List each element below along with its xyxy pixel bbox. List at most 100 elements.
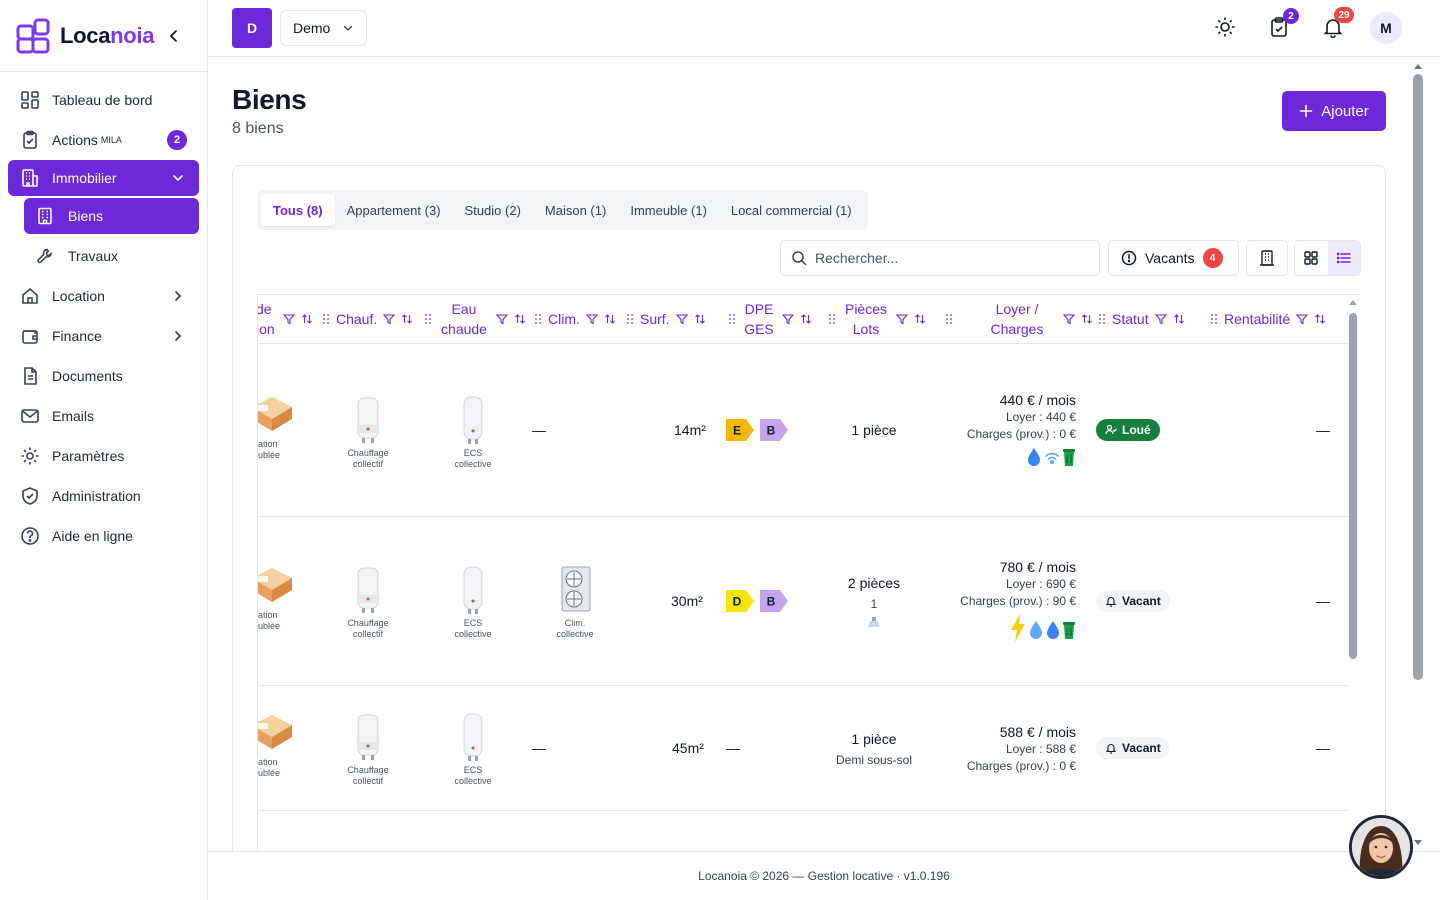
sidebar-item-dashboard[interactable]: Tableau de bord <box>0 80 207 120</box>
trash-bin-icon <box>1063 449 1075 466</box>
filter-icon[interactable] <box>585 313 598 325</box>
filter-icon[interactable] <box>1154 313 1167 325</box>
drag-handle-icon[interactable] <box>728 313 736 325</box>
tasks-badge: 2 <box>1283 8 1299 24</box>
vacants-filter-button[interactable]: Vacants 4 <box>1108 240 1239 276</box>
sidebar-item-location[interactable]: Location <box>0 276 207 316</box>
column-header-pieces-lots[interactable]: Pièces Lots <box>828 295 926 343</box>
sidebar-item-biens[interactable]: Biens <box>24 198 199 234</box>
column-header-dpe-ges[interactable]: DPE GES <box>728 295 812 343</box>
drag-handle-icon[interactable] <box>945 313 953 325</box>
properties-table: de ion Chauf. Eau chaude Clim. Surf. DPE GE… <box>257 294 1361 851</box>
org-avatar[interactable]: D <box>232 8 272 48</box>
search-input[interactable] <box>815 250 1095 266</box>
column-header-loyer[interactable]: Loyer / Charges <box>945 295 1093 343</box>
tab-maison[interactable]: Maison (1) <box>533 194 618 226</box>
user-avatar[interactable]: M <box>1370 12 1402 44</box>
dpe-label-icon: E <box>726 419 754 441</box>
drag-handle-icon[interactable] <box>626 313 634 325</box>
tab-local-commercial[interactable]: Local commercial (1) <box>719 194 864 226</box>
sort-icon[interactable] <box>301 313 313 325</box>
row-divider <box>258 516 1348 517</box>
status-badge: Vacant <box>1096 590 1170 612</box>
drag-handle-icon[interactable] <box>1098 313 1106 325</box>
add-button[interactable]: Ajouter <box>1282 91 1386 131</box>
dpe-label-icon: D <box>726 590 754 612</box>
assistant-avatar-button[interactable] <box>1349 815 1413 879</box>
sort-icon[interactable] <box>604 313 616 325</box>
sort-icon[interactable] <box>914 313 926 325</box>
table-row-type-image: ation ublée <box>258 393 294 465</box>
drag-handle-icon[interactable] <box>322 313 330 325</box>
column-label: Surf. <box>640 311 670 327</box>
sidebar: Locanoia Tableau de bord Actions MILA 2 I… <box>0 0 208 900</box>
chauffage-caption: Chauffage <box>347 765 389 775</box>
filter-icon[interactable] <box>383 313 396 325</box>
column-header-type[interactable]: de ion <box>258 295 313 343</box>
sort-icon[interactable] <box>800 313 812 325</box>
sidebar-item-administration[interactable]: Administration <box>0 476 207 516</box>
page-scrollbar[interactable] <box>1411 60 1425 850</box>
tab-tous[interactable]: Tous (8) <box>261 194 335 226</box>
sort-icon[interactable] <box>1173 313 1185 325</box>
filter-icon[interactable] <box>675 313 688 325</box>
column-header-rentabilite[interactable]: Rentabilité <box>1210 295 1326 343</box>
eau-chaude-caption: ECS <box>463 765 483 775</box>
filter-icon[interactable] <box>496 313 508 325</box>
sidebar-item-travaux[interactable]: Travaux <box>0 236 207 276</box>
vacants-label: Vacants <box>1145 250 1195 266</box>
chauffage-cell: Chauffage collectif <box>338 712 398 787</box>
tab-immeuble[interactable]: Immeuble (1) <box>618 194 719 226</box>
notifications-badge: 29 <box>1334 7 1354 23</box>
sidebar-item-documents[interactable]: Documents <box>0 356 207 396</box>
sort-icon[interactable] <box>694 313 706 325</box>
filter-icon[interactable] <box>782 313 794 325</box>
collapse-sidebar-icon[interactable] <box>167 29 181 43</box>
column-header-clim[interactable]: Clim. <box>534 295 616 343</box>
column-header-surface[interactable]: Surf. <box>626 295 706 343</box>
drag-handle-icon[interactable] <box>1210 313 1218 325</box>
sidebar-item-actions[interactable]: Actions MILA 2 <box>0 120 207 160</box>
sort-icon[interactable] <box>514 313 526 325</box>
drag-handle-icon[interactable] <box>424 313 432 325</box>
org-select[interactable]: Demo <box>280 10 367 46</box>
chauffage-cell: Chauffage collectif <box>338 395 398 470</box>
page-subtitle: 8 biens <box>232 120 284 137</box>
filter-icon[interactable] <box>896 313 908 325</box>
sort-icon[interactable] <box>1081 313 1093 325</box>
sort-icon[interactable] <box>1314 313 1326 325</box>
sidebar-item-parametres[interactable]: Paramètres <box>0 436 207 476</box>
sort-icon[interactable] <box>401 313 413 325</box>
filter-icon[interactable] <box>282 313 295 325</box>
pieces-cell: 1 pièce <box>814 422 934 439</box>
eau-chaude-caption: collective <box>454 459 492 469</box>
rent-cell: 780 € / mois Loyer : 690 € Charges (prov… <box>938 559 1076 643</box>
type-caption: ublée <box>258 450 281 460</box>
building-view-button[interactable] <box>1246 240 1288 276</box>
list-icon <box>1336 252 1351 264</box>
drag-handle-icon[interactable] <box>534 313 542 325</box>
sidebar-item-finance[interactable]: Finance <box>0 316 207 356</box>
filter-icon[interactable] <box>1063 313 1075 325</box>
drag-handle-icon[interactable] <box>828 313 836 325</box>
column-header-statut[interactable]: Statut <box>1098 295 1185 343</box>
grid-view-button[interactable] <box>1295 241 1328 275</box>
status-label: Vacant <box>1122 594 1161 608</box>
tab-appartement[interactable]: Appartement (3) <box>335 194 453 226</box>
help-circle-icon <box>21 527 39 545</box>
sidebar-item-aide[interactable]: Aide en ligne <box>0 516 207 556</box>
boiler-icon <box>357 714 379 760</box>
sidebar-item-label: Immobilier <box>52 170 117 186</box>
tab-studio[interactable]: Studio (2) <box>453 194 533 226</box>
column-header-chauffage[interactable]: Chauf. <box>322 295 413 343</box>
sidebar-item-emails[interactable]: Emails <box>0 396 207 436</box>
rentabilite-value: — <box>1316 422 1330 438</box>
filter-icon[interactable] <box>1296 313 1309 325</box>
column-header-eau-chaude[interactable]: Eau chaude <box>424 295 526 343</box>
sun-icon[interactable] <box>1214 16 1236 38</box>
sidebar-item-immobilier[interactable]: Immobilier <box>8 160 199 196</box>
list-view-button[interactable] <box>1327 241 1360 275</box>
electricity-icon <box>1011 614 1025 642</box>
table-scrollbar[interactable] <box>1346 297 1360 851</box>
water-drop-icon <box>1030 621 1042 639</box>
